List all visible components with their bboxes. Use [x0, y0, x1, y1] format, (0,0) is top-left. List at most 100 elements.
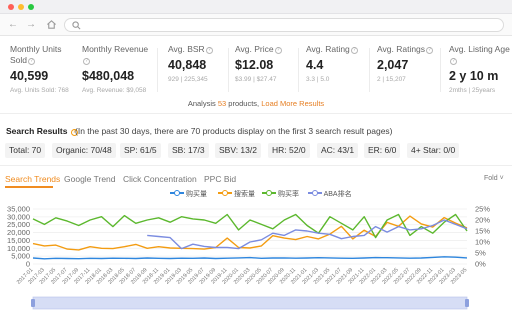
browser-toolbar: ← →: [0, 14, 512, 36]
stat-label: Avg. Listing Age?: [449, 44, 510, 65]
info-icon[interactable]: ?: [426, 47, 434, 54]
window-titlebar: [0, 0, 512, 14]
close-window-button[interactable]: [8, 4, 14, 10]
stat-sub: 3.3 | 5.0: [306, 76, 330, 83]
stat-avg-listing-age: Avg. Listing Age? 2 y 10 m 2mths | 25yea…: [449, 44, 511, 96]
back-arrow-icon[interactable]: ←: [6, 18, 20, 32]
chip-4-star[interactable]: 4+ Star: 0/0: [407, 143, 460, 158]
y-left-tick-label: 10,000: [7, 244, 30, 253]
legend-swatch: [170, 189, 184, 197]
chip-sbv[interactable]: SBV: 13/2: [215, 143, 261, 158]
legend-item[interactable]: ABA排名: [308, 189, 352, 199]
stat-value: 2,047: [377, 58, 409, 72]
stat-label: Avg. Ratings?: [377, 44, 439, 55]
search-results-title: Search Results ?: [6, 126, 78, 136]
stat-avg-ratings: Avg. Ratings? 2,047 2 | 15,207: [377, 44, 439, 96]
legend-item[interactable]: 搜索量: [218, 189, 255, 199]
legend-swatch: [262, 189, 276, 197]
analysis-suffix: products,: [228, 99, 260, 108]
stat-value: $12.08: [235, 58, 274, 72]
section-divider: [0, 113, 512, 114]
chevron-down-icon: ˅: [499, 175, 504, 182]
tab-search-trends[interactable]: Search Trends: [5, 174, 60, 184]
stat-monthly-revenue: Monthly Revenue? $480,048 Avg. Revenue: …: [82, 44, 152, 96]
legend-label: ABA排名: [323, 191, 352, 198]
divider: [157, 48, 158, 92]
active-tab-indicator: [5, 186, 53, 188]
legend-label: 搜索量: [233, 191, 255, 198]
y-left-tick-label: 35,000: [7, 205, 30, 214]
section-divider: [0, 165, 512, 166]
chip-total[interactable]: Total: 70: [5, 143, 46, 158]
series-line: [32, 213, 468, 239]
minimize-window-button[interactable]: [18, 4, 24, 10]
fold-toggle[interactable]: Fold ˅: [484, 175, 504, 182]
zoom-handle-right: [465, 299, 469, 307]
chip-ac[interactable]: AC: 43/1: [317, 143, 359, 158]
chip-er[interactable]: ER: 6/0: [364, 143, 401, 158]
stat-label: Avg. Price?: [235, 44, 301, 55]
stat-monthly-units-sold: Monthly Units Sold? 40,599 Avg. Units So…: [10, 44, 74, 96]
stat-label: Avg. BSR?: [168, 44, 234, 55]
stat-label: Avg. Rating?: [306, 44, 366, 55]
y-left-tick-label: 20,000: [7, 228, 30, 237]
stat-value: $480,048: [82, 69, 135, 83]
y-right-tick-label: 0%: [475, 260, 486, 269]
load-more-link[interactable]: Load More Results: [261, 99, 324, 108]
chip-hr[interactable]: HR: 52/0: [268, 143, 310, 158]
legend-item[interactable]: 购买率: [262, 189, 299, 199]
address-bar[interactable]: [64, 18, 504, 32]
tab-click-concentration[interactable]: Click Concentration: [123, 174, 197, 184]
info-icon[interactable]: ?: [28, 58, 36, 65]
legend-item[interactable]: 购买量: [170, 189, 207, 199]
series-line: [147, 219, 468, 250]
y-right-tick-label: 10%: [475, 238, 490, 247]
info-icon[interactable]: ?: [83, 58, 90, 65]
stat-avg-bsr: Avg. BSR? 40,848 929 | 225,345: [168, 44, 234, 96]
data-zoom-selection: [33, 297, 467, 309]
y-right-tick-label: 15%: [475, 227, 490, 236]
chip-sb[interactable]: SB: 17/3: [168, 143, 209, 158]
legend-swatch: [218, 189, 232, 197]
info-icon[interactable]: ?: [205, 47, 213, 54]
y-left-tick-label: 30,000: [7, 212, 30, 221]
series-line: [32, 256, 468, 260]
divider: [440, 48, 441, 92]
chip-organic[interactable]: Organic: 70/48: [52, 143, 116, 158]
divider: [369, 48, 370, 92]
stat-value: 40,848: [168, 58, 207, 72]
stat-label: Monthly Units Sold?: [10, 44, 62, 65]
divider: [298, 48, 299, 92]
stat-sub: Avg. Units Sold: 768: [10, 87, 69, 94]
home-icon[interactable]: [44, 18, 58, 32]
stat-avg-price: Avg. Price? $12.08 $3.99 | $27.47: [235, 44, 301, 96]
y-left-tick-label: 15,000: [7, 236, 30, 245]
legend-label: 购买量: [185, 191, 207, 198]
search-trends-chart: 05,00010,00015,00020,00025,00030,00035,0…: [7, 205, 490, 310]
legend-label: 购买率: [277, 191, 299, 198]
analysis-count: 53: [217, 99, 227, 108]
search-icon: [72, 21, 81, 30]
stat-value: 40,599: [10, 69, 49, 83]
maximize-window-button[interactable]: [28, 4, 34, 10]
zoom-handle-left: [31, 299, 35, 307]
stat-label: Monthly Revenue?: [82, 44, 149, 65]
analysis-prefix: Analysis: [187, 99, 216, 108]
tab-google-trend[interactable]: Google Trend: [64, 174, 116, 184]
stat-sub: 2mths | 25years: [449, 87, 496, 94]
analysis-summary: Analysis 53 products, Load More Results: [0, 99, 512, 108]
y-right-tick-label: 20%: [475, 216, 490, 225]
forward-arrow-icon[interactable]: →: [24, 18, 38, 32]
chip-sp[interactable]: SP: 61/5: [120, 143, 161, 158]
info-icon[interactable]: ?: [274, 47, 282, 54]
stat-sub: 929 | 225,345: [168, 76, 208, 83]
y-right-tick-label: 25%: [475, 205, 490, 214]
divider: [228, 48, 229, 92]
stat-sub: 2 | 15,207: [377, 76, 406, 83]
stat-avg-rating: Avg. Rating? 4.4 3.3 | 5.0: [306, 44, 366, 96]
legend-swatch: [308, 189, 322, 197]
info-icon[interactable]: ?: [350, 47, 358, 54]
stat-value: 4.4: [306, 58, 324, 72]
info-icon[interactable]: ?: [450, 58, 457, 65]
tab-ppc-bid[interactable]: PPC Bid: [204, 174, 236, 184]
